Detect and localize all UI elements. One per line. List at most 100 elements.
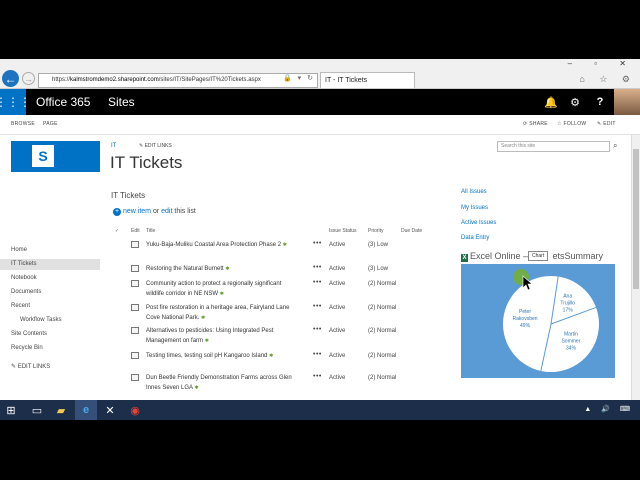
nav-item[interactable]: Home (11, 247, 27, 253)
windows-start-icon[interactable]: ⊞ (0, 400, 22, 420)
priority: (2) Normal (368, 328, 397, 334)
ribbon-tab-browse[interactable]: BROWSE (11, 121, 35, 127)
help-icon[interactable]: ? (588, 89, 612, 115)
ribbon-tab-page[interactable]: PAGE (43, 121, 58, 127)
nav-item[interactable]: Site Contents (11, 331, 47, 337)
ticket-title-cell[interactable]: Yuku-Baja-Muliku Coastal Area Protection… (146, 240, 301, 250)
pie-slice-label: Trujillo (560, 301, 575, 307)
ticket-title-cell[interactable]: Testing times, testing soil pH Kangaroo … (146, 351, 301, 361)
column-header[interactable]: Title (146, 228, 155, 234)
column-header[interactable]: Issue Status (329, 228, 357, 234)
site-logo[interactable]: S (11, 141, 100, 172)
table-row[interactable]: Yuku-Baja-Muliku Coastal Area Protection… (113, 240, 433, 263)
edit-links-nav[interactable]: ✎ EDIT LINKS (11, 363, 50, 370)
item-menu-icon[interactable]: ••• (313, 303, 322, 310)
internet-explorer-icon[interactable]: e (75, 400, 97, 420)
avatar[interactable] (614, 89, 640, 115)
edit-label: EDIT (603, 121, 616, 127)
share-button[interactable]: ⟳ SHARE (523, 121, 548, 127)
table-row[interactable]: Post fire restoration in a heritage area… (113, 303, 433, 326)
nav-item[interactable]: Workflow Tasks (20, 317, 61, 323)
suite-bar: ⋮⋮⋮ Office 365 Sites 🔔 ⚙ ? (0, 89, 640, 115)
ticket-title[interactable]: Post fire restoration in a heritage area… (146, 305, 289, 321)
table-row[interactable]: Dun Beetle Friendly Demonstration Farms … (113, 373, 433, 396)
item-menu-icon[interactable]: ••• (313, 373, 322, 380)
task-view-icon[interactable]: ▭ (26, 400, 48, 420)
suite-section[interactable]: Sites (108, 95, 135, 109)
view-link[interactable]: My Issues (461, 205, 488, 211)
issue-status: Active (329, 328, 346, 334)
nav-item[interactable]: Notebook (11, 275, 37, 281)
edit-links-top[interactable]: ✎ EDIT LINKS (139, 143, 172, 149)
ticket-title[interactable]: Testing times, testing soil pH Kangaroo … (146, 353, 267, 359)
ticket-title[interactable]: Restoring the Natural Burnett (146, 266, 224, 272)
ticket-title[interactable]: Community action to protect a regionally… (146, 281, 281, 297)
address-bar[interactable]: https://kalmstromdemo2.sharepoint.com/si… (38, 73, 318, 88)
view-link[interactable]: Active Issues (461, 220, 496, 226)
forward-button[interactable]: → (22, 72, 35, 85)
edit-list-link[interactable]: edit (161, 208, 172, 215)
ticket-title[interactable]: Dun Beetle Friendly Demonstration Farms … (146, 375, 292, 391)
ticket-title[interactable]: Yuku-Baja-Muliku Coastal Area Protection… (146, 242, 281, 248)
table-row[interactable]: Testing times, testing soil pH Kangaroo … (113, 351, 433, 374)
file-explorer-icon[interactable]: ▰ (50, 400, 72, 420)
browser-tools-icons[interactable]: ⌂ ☆ ⚙ (579, 74, 636, 85)
search-icon[interactable]: ⌕ (613, 141, 617, 151)
item-menu-icon[interactable]: ••• (313, 279, 322, 286)
pie-chart[interactable]: Ana Trujillo 17% Martin Sommer 34% Peter Rakovs… (461, 264, 615, 378)
ticket-title-cell[interactable]: Post fire restoration in a heritage area… (146, 303, 301, 323)
item-menu-icon[interactable]: ••• (313, 326, 322, 333)
item-menu-icon[interactable]: ••• (313, 351, 322, 358)
breadcrumb[interactable]: IT (111, 143, 116, 149)
column-header[interactable]: Priority (368, 228, 384, 234)
table-row[interactable]: Alternatives to pesticides: Using Integr… (113, 326, 433, 349)
column-header[interactable]: Due Date (401, 228, 422, 234)
nav-item[interactable]: Documents (11, 289, 41, 295)
bell-icon[interactable]: 🔔 (539, 89, 563, 115)
this-list-label: this list (172, 208, 196, 215)
nav-item[interactable]: IT Tickets (0, 259, 100, 270)
vertical-scrollbar[interactable] (631, 135, 640, 420)
item-menu-icon[interactable]: ••• (313, 264, 322, 271)
item-menu-icon[interactable]: ••• (313, 240, 322, 247)
edit-item-icon[interactable] (131, 280, 139, 287)
new-item-link[interactable]: + new item or edit this list (113, 208, 196, 216)
pie-slice-label: Martin (564, 331, 578, 337)
edit-button[interactable]: ✎ EDIT (597, 121, 616, 127)
window-controls[interactable]: – ▫ ✕ (568, 59, 636, 68)
gear-icon[interactable]: ⚙ (563, 89, 587, 115)
ticket-title-cell[interactable]: Restoring the Natural Burnett ✱ (146, 264, 301, 274)
check-icon[interactable]: ✓ (115, 228, 119, 234)
nav-item[interactable]: Recycle Bin (11, 345, 43, 351)
nav-item[interactable]: Recent (11, 303, 30, 309)
browser-tab[interactable]: IT - IT Tickets (320, 72, 415, 88)
column-header[interactable]: Edit (131, 228, 140, 234)
issue-status: Active (329, 305, 346, 311)
ticket-title-cell[interactable]: Alternatives to pesticides: Using Integr… (146, 326, 301, 346)
follow-label: FOLLOW (563, 121, 587, 127)
edit-item-icon[interactable] (131, 327, 139, 334)
excel-title-right: etsSummary (552, 251, 604, 261)
ticket-title-cell[interactable]: Community action to protect a regionally… (146, 279, 301, 299)
scrollbar-thumb[interactable] (633, 149, 639, 289)
table-row[interactable]: Community action to protect a regionally… (113, 279, 433, 302)
edit-item-icon[interactable] (131, 304, 139, 311)
address-bar-icons[interactable]: 🔒 ▾ ↻ (283, 74, 315, 82)
view-link[interactable]: All Issues (461, 189, 487, 195)
edit-item-icon[interactable] (131, 241, 139, 248)
search-input[interactable]: Search this site (497, 141, 610, 152)
edit-item-icon[interactable] (131, 352, 139, 359)
follow-button[interactable]: ☆ FOLLOW (557, 121, 586, 127)
ticket-title-cell[interactable]: Dun Beetle Friendly Demonstration Farms … (146, 373, 301, 393)
back-button[interactable]: ← (2, 70, 19, 87)
view-link[interactable]: Data Entry (461, 235, 489, 241)
priority: (3) Low (368, 266, 389, 272)
system-tray[interactable]: ▲ 🔊 ⌨ (584, 405, 634, 413)
ticket-title[interactable]: Alternatives to pesticides: Using Integr… (146, 328, 273, 344)
app-launcher-icon[interactable]: ⋮⋮⋮ (0, 89, 31, 115)
suite-brand[interactable]: Office 365 (36, 95, 90, 109)
edit-item-icon[interactable] (131, 374, 139, 381)
tools-icon[interactable]: ✕ (99, 400, 121, 420)
chrome-icon[interactable]: ◉ (124, 400, 146, 420)
edit-item-icon[interactable] (131, 265, 139, 272)
